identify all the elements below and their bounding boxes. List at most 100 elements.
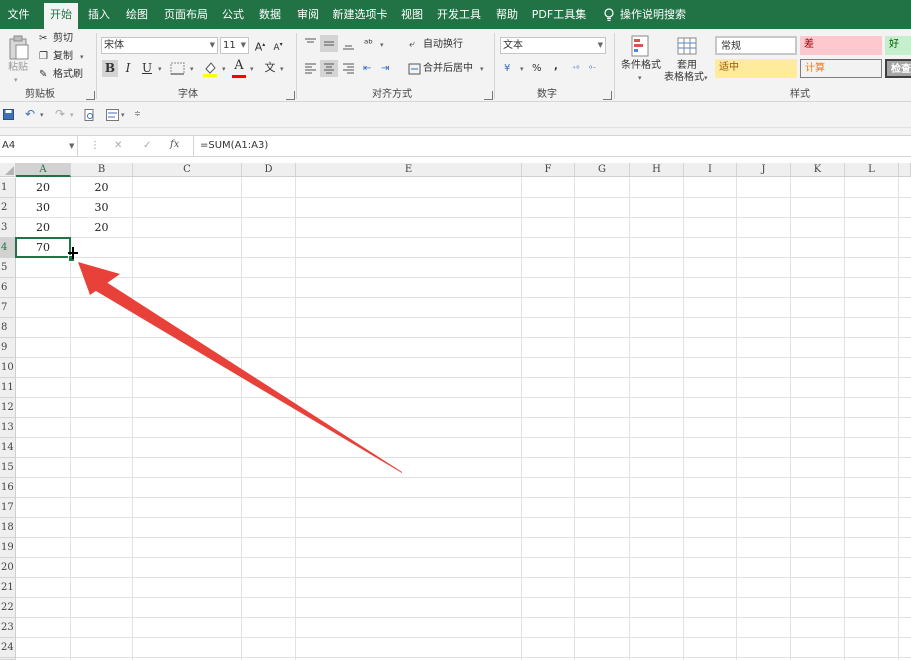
font-size-combo[interactable]: 11 ▼ [220,37,249,54]
row-header-15[interactable]: 15 [0,458,16,478]
tab-home[interactable]: 开始 [44,3,78,29]
row-header-14[interactable]: 14 [0,438,16,458]
increase-decimal-icon[interactable]: ⁺⁰ [572,62,579,76]
align-right-icon[interactable] [342,63,355,75]
row-header-13[interactable]: 13 [0,418,16,438]
align-bottom-icon[interactable] [342,38,355,50]
cell-b1[interactable]: 20 [71,178,132,197]
row-header-6[interactable]: 6 [0,278,16,298]
tab-help[interactable]: 帮助 [491,0,523,29]
alignment-launcher-icon[interactable] [484,91,493,100]
cancel-button[interactable]: ✕ [114,139,122,153]
column-header-k[interactable]: K [791,163,845,177]
row-header-5[interactable]: 5 [0,258,16,278]
tab-data[interactable]: 数据 [254,0,286,29]
row-header-20[interactable]: 20 [0,558,16,578]
number-launcher-icon[interactable] [603,91,612,100]
row-header-21[interactable]: 21 [0,578,16,598]
underline-dropdown-icon[interactable]: ▾ [158,62,162,76]
print-preview-icon[interactable] [84,109,95,121]
tab-page-layout[interactable]: 页面布局 [161,0,211,29]
increase-font-size-icon[interactable]: A▴ [254,37,266,56]
borders-dropdown-icon[interactable]: ▾ [190,62,194,76]
cell-b3[interactable]: 20 [71,218,132,237]
row-header-24[interactable]: 24 [0,638,16,658]
column-header-d[interactable]: D [242,163,296,177]
brush-icon[interactable]: ✎ [39,68,47,82]
font-launcher-icon[interactable] [286,91,295,100]
undo-icon[interactable]: ↶ [25,107,35,121]
comma-style-button[interactable]: , [554,60,558,74]
cell-a1[interactable]: 20 [16,178,70,197]
insert-function-button[interactable]: fx [170,138,179,152]
row-header-12[interactable]: 12 [0,398,16,418]
conditional-format-dropdown-icon[interactable]: ▾ [638,71,642,85]
decrease-font-size-icon[interactable]: A▾ [272,37,284,56]
format-as-table-icon[interactable] [676,34,698,58]
decrease-decimal-icon[interactable]: ⁰⁻ [589,62,596,76]
row-header-3[interactable]: 3 [0,218,16,238]
row-header-7[interactable]: 7 [0,298,16,318]
column-header-j[interactable]: J [737,163,791,177]
decrease-indent-icon[interactable]: ⇤ [363,62,371,76]
style-normal[interactable]: 常规 [715,36,797,55]
number-format-combo[interactable]: 文本 ▼ [500,37,606,54]
row-header-4[interactable]: 4 [0,238,16,258]
style-calculation[interactable]: 计算 [800,59,882,78]
spreadsheet-grid[interactable]: ABCDEFGHIJKL 1 2 3 4 5 6 7 8 9 10 11 12 13 14 15 16 17 18… [0,163,911,660]
accounting-dropdown-icon[interactable]: ▾ [520,62,524,76]
phonetic-guide-icon[interactable]: 文 [263,60,277,76]
select-all-corner[interactable] [0,163,16,177]
row-header-2[interactable]: 2 [0,198,16,218]
style-bad[interactable]: 差 [800,36,882,55]
tab-new-tab[interactable]: 新建选项卡 [331,0,389,29]
column-header-e[interactable]: E [296,163,522,177]
paste-icon[interactable] [8,35,30,61]
paste-button[interactable]: 粘贴 [8,61,28,75]
column-header-a[interactable]: A [16,163,71,177]
cell-a2[interactable]: 30 [16,198,70,217]
align-center-button[interactable] [320,60,338,77]
column-header-h[interactable]: H [630,163,684,177]
tab-formulas[interactable]: 公式 [217,0,249,29]
cell-b2[interactable]: 30 [71,198,132,217]
row-header-23[interactable]: 23 [0,618,16,638]
format-as-table-dropdown-icon[interactable]: ▾ [704,71,708,85]
borders-icon[interactable] [170,62,186,76]
name-box[interactable]: A4 ▼ [0,136,78,156]
style-neutral[interactable]: 适中 [715,59,797,78]
paste-dropdown-icon[interactable]: ▾ [14,73,18,87]
row-header-22[interactable]: 22 [0,598,16,618]
tab-file[interactable]: 文件 [0,0,37,29]
column-header-f[interactable]: F [522,163,575,177]
column-header-g[interactable]: G [575,163,630,177]
enter-button[interactable]: ✓ [143,139,151,153]
phonetic-dropdown-icon[interactable]: ▾ [280,62,284,76]
form-icon[interactable] [106,109,119,121]
tab-developer[interactable]: 开发工具 [436,0,482,29]
style-good[interactable]: 好 [885,36,911,55]
row-header-19[interactable]: 19 [0,538,16,558]
row-header-8[interactable]: 8 [0,318,16,338]
italic-button[interactable]: I [121,60,135,76]
cut-button[interactable]: 剪切 [53,32,73,46]
undo-dropdown-icon[interactable]: ▾ [40,108,44,122]
row-header-10[interactable]: 10 [0,358,16,378]
font-name-combo[interactable]: 宋体 ▼ [101,37,218,54]
customize-qat-icon[interactable]: ≑ [134,107,141,121]
tab-review[interactable]: 审阅 [292,0,324,29]
font-color-dropdown-icon[interactable]: ▾ [250,62,254,76]
cell-a3[interactable]: 20 [16,218,70,237]
wrap-text-button[interactable]: 自动换行 [423,38,463,52]
merge-dropdown-icon[interactable]: ▾ [480,62,484,76]
wrap-text-icon[interactable]: ⤶ [409,38,415,52]
copy-button[interactable]: 复制 [53,50,73,64]
tab-draw[interactable]: 绘图 [121,0,153,29]
align-middle-button[interactable] [320,35,338,52]
row-header-17[interactable]: 17 [0,498,16,518]
tab-view[interactable]: 视图 [396,0,428,29]
tab-insert[interactable]: 插入 [83,0,115,29]
accounting-format-icon[interactable]: ¥ [504,62,510,76]
copy-dropdown-icon[interactable]: ▾ [80,50,84,64]
column-header-b[interactable]: B [71,163,133,177]
